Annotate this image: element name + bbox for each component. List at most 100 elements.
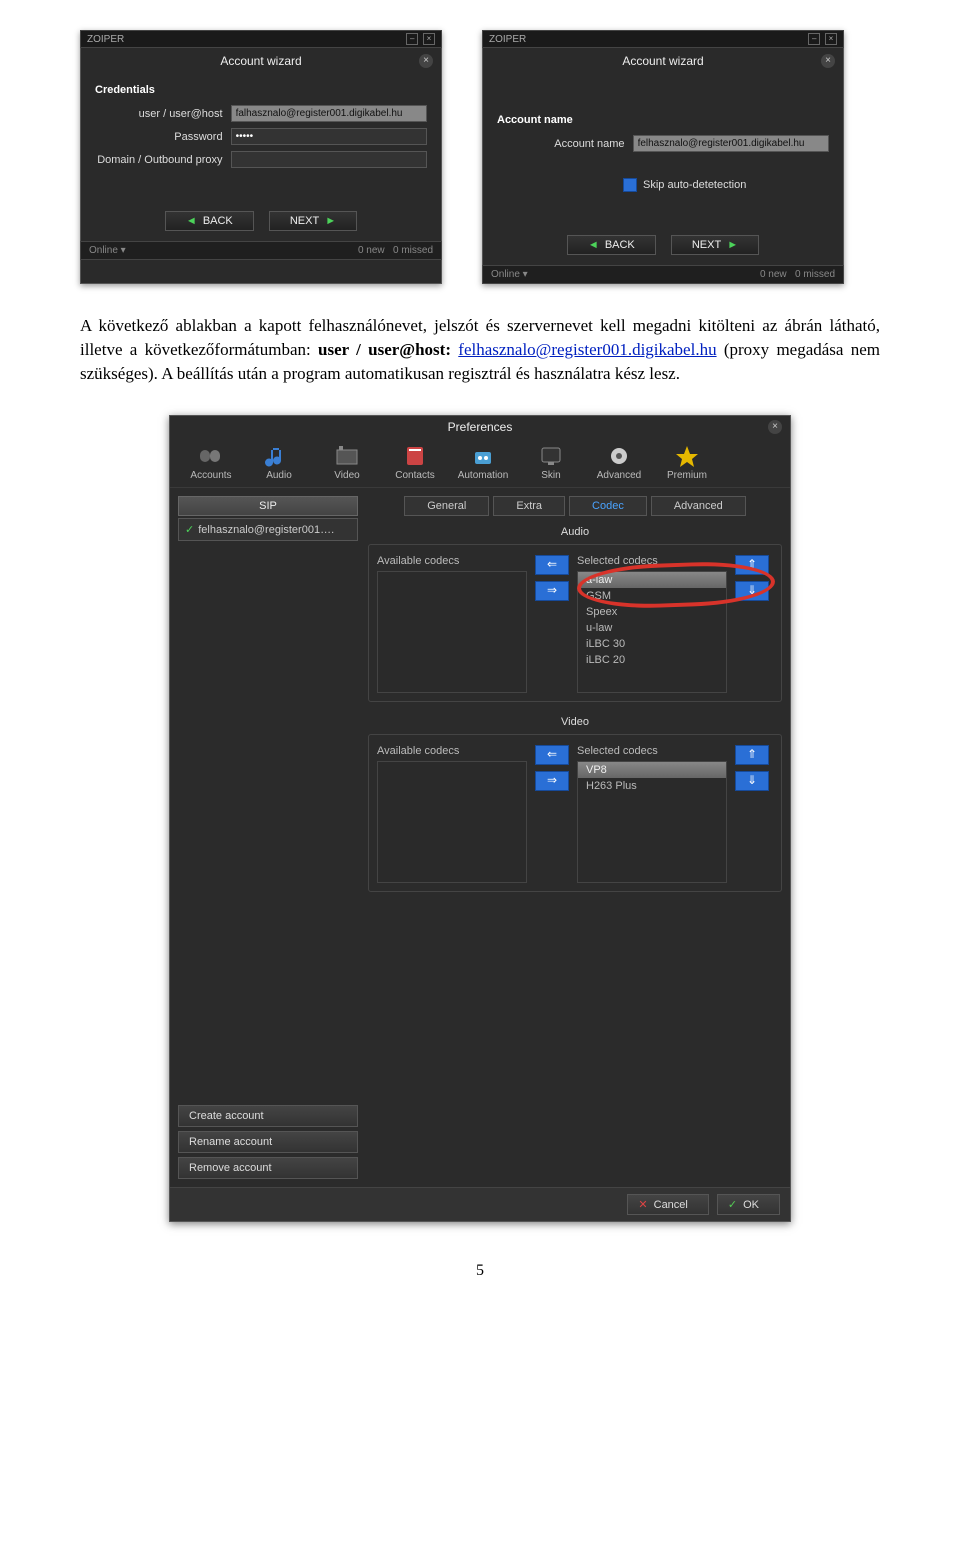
rename-account-button[interactable]: Rename account [178,1131,358,1153]
audio-available-list[interactable] [377,571,527,693]
preferences-title: Preferences × [170,416,790,438]
next-button[interactable]: NEXT► [671,235,759,255]
arrow-right-icon: ► [727,239,738,251]
available-codecs-label: Available codecs [377,555,527,567]
account-name-input[interactable] [633,135,829,152]
move-left-button[interactable]: ⇐ [535,745,569,765]
status-online[interactable]: Online ▾ [491,269,528,280]
close-icon[interactable]: × [821,54,835,68]
selected-codecs-label: Selected codecs [577,555,727,567]
window-controls: – × [404,33,435,45]
codec-item[interactable]: GSM [578,588,726,604]
domain-label: Domain / Outbound proxy [95,154,231,166]
section-title-account-name: Account name [483,104,843,132]
sidebar-account-item[interactable]: ✓felhasznalo@register001…. [178,518,358,541]
tab-extra[interactable]: Extra [493,496,565,516]
wizard-title-label: Account wizard [622,54,703,68]
status-online[interactable]: Online ▾ [89,245,126,256]
toolbar-contacts[interactable]: Contacts [384,444,446,481]
minimize-icon[interactable]: – [808,33,820,45]
app-titlebar-back: ZOIPER – × [482,30,844,48]
dialog-buttons: ✕Cancel ✓OK [170,1187,790,1221]
codec-item[interactable]: Speex [578,604,726,620]
cancel-button[interactable]: ✕Cancel [627,1194,708,1215]
arrow-left-icon: ◄ [588,239,599,251]
move-left-button[interactable]: ⇐ [535,555,569,575]
x-icon: ✕ [638,1199,647,1211]
arrow-left-icon: ◄ [186,215,197,227]
toolbar-advanced[interactable]: Advanced [588,444,650,481]
move-up-button[interactable]: ⇑ [735,555,769,575]
user-input[interactable] [231,105,427,122]
app-logo-text: ZOIPER [489,34,526,45]
video-available-list[interactable] [377,761,527,883]
toolbar-accounts[interactable]: Accounts [180,444,242,481]
status-missed: 0 missed [795,269,835,280]
skip-auto-detect-label: Skip auto-detetection [643,179,746,191]
account-name-label: Account name [497,138,633,150]
skip-auto-detect-checkbox[interactable] [623,178,637,192]
close-icon[interactable]: × [768,420,782,434]
tabs: General Extra Codec Advanced [368,496,782,516]
status-bar: Online ▾ 0 new 0 missed [80,241,442,260]
app-logo-text: ZOIPER [87,34,124,45]
section-title-credentials: Credentials [81,74,441,102]
sidebar-sip-header: SIP [178,496,358,516]
minimize-icon[interactable]: – [406,33,418,45]
wizard-title: Account wizard × [483,48,843,74]
main-panel: General Extra Codec Advanced Audio Avail… [368,496,782,1179]
arrow-right-icon: ► [325,215,336,227]
move-down-button[interactable]: ⇓ [735,771,769,791]
status-missed: 0 missed [393,245,433,256]
toolbar-automation[interactable]: Automation [452,444,514,481]
codec-item[interactable]: VP8 [578,762,726,778]
document-paragraph: A következő ablakban a kapott felhasznál… [80,314,880,385]
back-button[interactable]: ◄BACK [567,235,656,255]
remove-account-button[interactable]: Remove account [178,1157,358,1179]
window-controls: – × [806,33,837,45]
codec-item[interactable]: iLBC 30 [578,636,726,652]
page-number: 5 [80,1262,880,1280]
move-up-button[interactable]: ⇑ [735,745,769,765]
codec-item: a-law [578,572,726,588]
wizard-title: Account wizard × [81,48,441,74]
create-account-button[interactable]: Create account [178,1105,358,1127]
toolbar-video[interactable]: Video [316,444,378,481]
email-link[interactable]: felhasznalo@register001.digikabel.hu [458,340,716,359]
close-icon[interactable]: × [419,54,433,68]
toolbar-premium[interactable]: Premium [656,444,718,481]
wizard-account-name-window: ZOIPER – × Account wizard × Account name… [482,30,844,284]
available-codecs-label: Available codecs [377,745,527,757]
back-button[interactable]: ◄BACK [165,211,254,231]
tab-codec[interactable]: Codec [569,496,647,516]
password-label: Password [95,131,231,143]
app-titlebar-back: ZOIPER – × [80,30,442,48]
check-icon: ✓ [728,1199,737,1211]
tab-general[interactable]: General [404,496,489,516]
wizard-credentials-window: ZOIPER – × Account wizard × Credentials … [80,30,442,284]
move-right-button[interactable]: ⇒ [535,771,569,791]
close-x-icon[interactable]: × [423,33,435,45]
check-icon: ✓ [185,524,194,536]
toolbar-audio[interactable]: Audio [248,444,310,481]
codec-item[interactable]: u-law [578,620,726,636]
video-codec-group: Available codecs ⇐ ⇒ Selected codecs VP8… [368,734,782,892]
audio-heading: Audio [368,526,782,538]
audio-selected-list[interactable]: a-law GSM Speex u-law iLBC 30 iLBC 20 [577,571,727,693]
close-x-icon[interactable]: × [825,33,837,45]
status-bar: Online ▾ 0 new 0 missed [482,265,844,284]
video-selected-list[interactable]: VP8 H263 Plus [577,761,727,883]
toolbar-skin[interactable]: Skin [520,444,582,481]
move-down-button[interactable]: ⇓ [735,581,769,601]
domain-input[interactable] [231,151,427,168]
ok-button[interactable]: ✓OK [717,1194,780,1215]
audio-codec-group: Available codecs ⇐ ⇒ Selected codecs a-l… [368,544,782,702]
codec-item[interactable]: iLBC 20 [578,652,726,668]
password-input[interactable] [231,128,427,145]
status-new: 0 new [760,269,787,280]
tab-advanced[interactable]: Advanced [651,496,746,516]
move-right-button[interactable]: ⇒ [535,581,569,601]
sidebar: SIP ✓felhasznalo@register001…. Create ac… [178,496,358,1179]
codec-item[interactable]: H263 Plus [578,778,726,794]
next-button[interactable]: NEXT► [269,211,357,231]
